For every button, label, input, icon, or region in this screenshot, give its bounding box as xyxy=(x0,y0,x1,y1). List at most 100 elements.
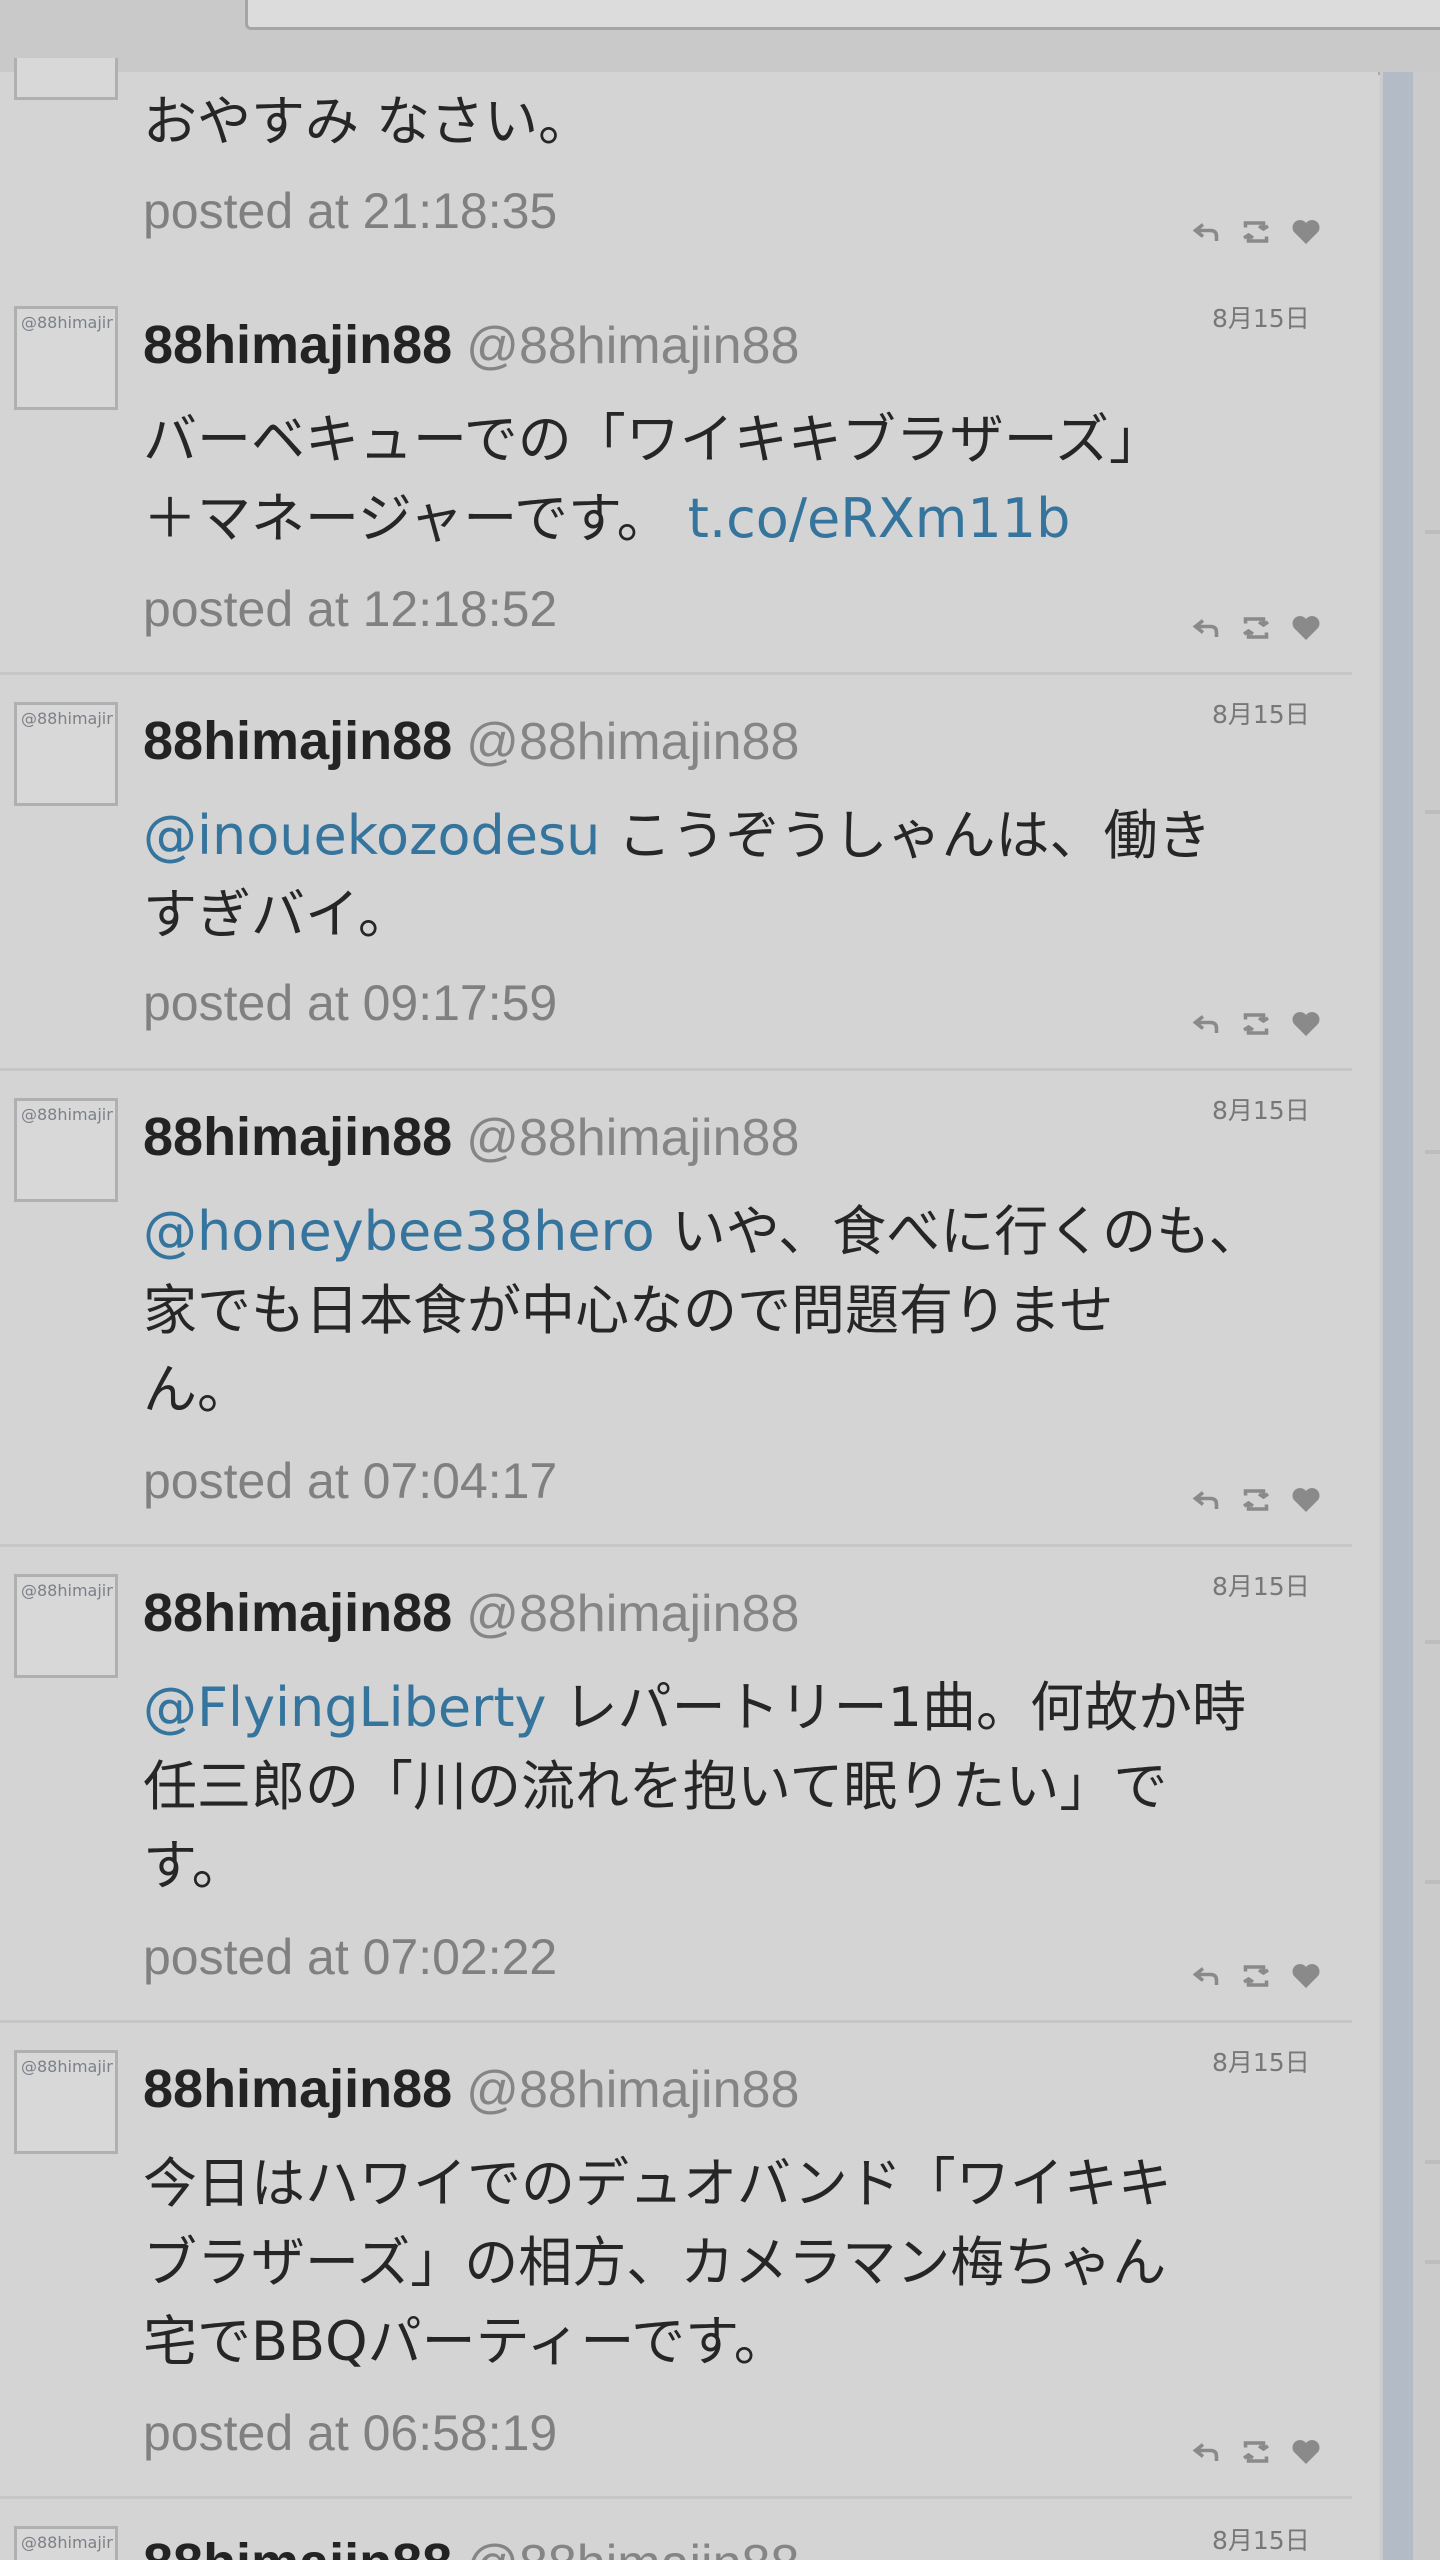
retweet-icon[interactable] xyxy=(1238,1958,1274,1994)
user-handle[interactable]: @88himajin88 xyxy=(466,2535,799,2560)
avatar[interactable]: @88himajin88 xyxy=(14,2050,118,2154)
top-bar xyxy=(0,0,1440,75)
tweet-divider xyxy=(0,672,1352,675)
sidebar-divider xyxy=(1425,1150,1440,1154)
tweet-timestamp: posted at 09:17:59 xyxy=(143,975,558,1031)
tweet-text: 今日はハワイでのデュオバンド「ワイキキ xyxy=(143,2152,1172,2215)
tweet-divider xyxy=(0,2020,1352,2023)
tweet-date: 8月15日 xyxy=(1212,2526,1310,2555)
tweet-text: バーベキューでの「ワイキキブラザーズ」 xyxy=(143,408,1164,471)
username[interactable]: 88himajin88 xyxy=(143,2533,452,2560)
tweet-text-fragment: いや、食べに行くのも、 xyxy=(654,1200,1263,1263)
tweet-actions xyxy=(1188,2434,1330,2474)
tweet-actions xyxy=(1188,214,1330,254)
tweet-timestamp: posted at 06:58:19 xyxy=(143,2405,558,2461)
tweet-divider xyxy=(0,2496,1352,2499)
tweet-date: 8月15日 xyxy=(1212,304,1310,333)
tweet-divider xyxy=(0,1068,1352,1071)
tweet-mention[interactable]: @FlyingLiberty xyxy=(143,1676,546,1739)
avatar[interactable]: @88himajin88 xyxy=(14,1098,118,1202)
sidebar-divider xyxy=(1425,2160,1440,2164)
sidebar-divider xyxy=(1425,530,1440,534)
username[interactable]: 88himajin88 xyxy=(143,1107,452,1167)
reply-icon[interactable] xyxy=(1188,2434,1224,2470)
tweet-text: 任三郎の「川の流れを抱いて眠りたい」で xyxy=(143,1755,1168,1818)
tweet-actions xyxy=(1188,610,1330,650)
tweet-text: @FlyingLiberty レパートリー1曲。何故か時 xyxy=(143,1668,1318,1747)
tweet-timestamp: posted at 21:18:35 xyxy=(143,183,558,239)
app-screen: おやすみ なさい。 posted at 21:18:35 @88himajin 8… xyxy=(0,0,1440,2560)
sidebar-divider xyxy=(1425,2260,1440,2264)
avatar-alt-text: @88himajin88 xyxy=(21,1105,113,1124)
favorite-icon[interactable] xyxy=(1288,214,1324,250)
reply-icon[interactable] xyxy=(1188,1958,1224,1994)
favorite-icon[interactable] xyxy=(1288,1482,1324,1518)
favorite-icon[interactable] xyxy=(1288,610,1324,646)
tweet-text: ＋マネージャーです。 t.co/eRXm11b xyxy=(143,479,1318,558)
tweet-mention[interactable]: @inouekozodesu xyxy=(143,804,600,867)
tweet-author[interactable]: 88himajin88@88himajin88 xyxy=(143,1102,799,1173)
user-handle[interactable]: @88himajin88 xyxy=(466,317,799,375)
tweet-author[interactable]: 88himajin88@88himajin88 xyxy=(143,706,799,777)
avatar[interactable] xyxy=(14,58,118,100)
avatar-alt-text: @88himajin88 xyxy=(21,709,113,728)
tweet-actions xyxy=(1188,1482,1330,1522)
tweet-date: 8月15日 xyxy=(1212,700,1310,729)
retweet-icon[interactable] xyxy=(1238,610,1274,646)
avatar-alt-text: @88himajin88 xyxy=(21,2533,113,2552)
tweet-actions xyxy=(1188,1006,1330,1046)
user-handle[interactable]: @88himajin88 xyxy=(466,1585,799,1643)
avatar[interactable]: @88himajin88 xyxy=(14,2526,118,2560)
tweet-author[interactable]: 88himajin88@88himajin88 xyxy=(143,310,799,381)
tweet-date: 8月15日 xyxy=(1212,1572,1310,1601)
tweet-link[interactable]: t.co/eRXm11b xyxy=(688,487,1071,550)
reply-icon[interactable] xyxy=(1188,1482,1224,1518)
reply-icon[interactable] xyxy=(1188,610,1224,646)
tweet-text: @honeybee38hero いや、食べに行くのも、 xyxy=(143,1192,1318,1271)
tweet-text: す。 xyxy=(143,1834,246,1897)
tweet-author[interactable]: 88himajin88@88himajin88 xyxy=(143,1578,799,1649)
avatar-alt-text: @88himajin88 xyxy=(21,1581,113,1600)
tweet-text: @inouekozodesu こうぞうしゃんは、働き xyxy=(143,796,1318,875)
favorite-icon[interactable] xyxy=(1288,1958,1324,1994)
tweet-text-fragment: レパートリー1曲。何故か時 xyxy=(546,1676,1246,1739)
tweet-date: 8月15日 xyxy=(1212,2048,1310,2077)
reply-icon[interactable] xyxy=(1188,1006,1224,1042)
retweet-icon[interactable] xyxy=(1238,214,1274,250)
tweet-mention[interactable]: @honeybee38hero xyxy=(143,1200,655,1263)
avatar[interactable]: @88himajin88 xyxy=(14,306,118,410)
user-handle[interactable]: @88himajin88 xyxy=(466,1109,799,1167)
tweet-author[interactable]: 88himajin88@88himajin88 xyxy=(143,2054,799,2125)
tweet-actions xyxy=(1188,1958,1330,1998)
tweet-text: すぎバイ。 xyxy=(143,883,412,946)
tweet-timestamp: posted at 07:04:17 xyxy=(143,1453,558,1509)
retweet-icon[interactable] xyxy=(1238,1006,1274,1042)
scrollbar[interactable] xyxy=(1383,72,1413,2560)
avatar-alt-text: @88himajin88 xyxy=(21,2057,113,2076)
reply-icon[interactable] xyxy=(1188,214,1224,250)
tweet-author[interactable]: 88himajin88 @88himajin88 xyxy=(143,2528,799,2560)
sidebar-divider xyxy=(1425,1880,1440,1884)
search-input[interactable] xyxy=(245,0,1440,30)
username[interactable]: 88himajin88 xyxy=(143,2059,452,2119)
tweet-text-fragment: こうぞうしゃんは、働き xyxy=(600,804,1212,867)
tweet-date: 8月15日 xyxy=(1212,1096,1310,1125)
tweet-text: ん。 xyxy=(143,1358,251,1421)
retweet-icon[interactable] xyxy=(1238,1482,1274,1518)
user-handle[interactable]: @88himajin88 xyxy=(466,2061,799,2119)
avatar[interactable]: @88himajin88 xyxy=(14,1574,118,1678)
tweet-text: ブラザーズ」の相方、カメラマン梅ちゃん xyxy=(143,2231,1167,2294)
username[interactable]: 88himajin88 xyxy=(143,711,452,771)
tweet-text-fragment: ＋マネージャーです。 xyxy=(143,487,671,550)
tweet-timestamp: posted at 07:02:22 xyxy=(143,1929,558,1985)
tweet-divider xyxy=(0,1544,1352,1547)
username[interactable]: 88himajin88 xyxy=(143,1583,452,1643)
sidebar-divider xyxy=(1425,1640,1440,1644)
username[interactable]: 88himajin88 xyxy=(143,315,452,375)
user-handle[interactable]: @88himajin88 xyxy=(466,713,799,771)
avatar[interactable]: @88himajin88 xyxy=(14,702,118,806)
tweet-text: おやすみ なさい。 xyxy=(143,90,593,153)
favorite-icon[interactable] xyxy=(1288,1006,1324,1042)
retweet-icon[interactable] xyxy=(1238,2434,1274,2470)
favorite-icon[interactable] xyxy=(1288,2434,1324,2470)
